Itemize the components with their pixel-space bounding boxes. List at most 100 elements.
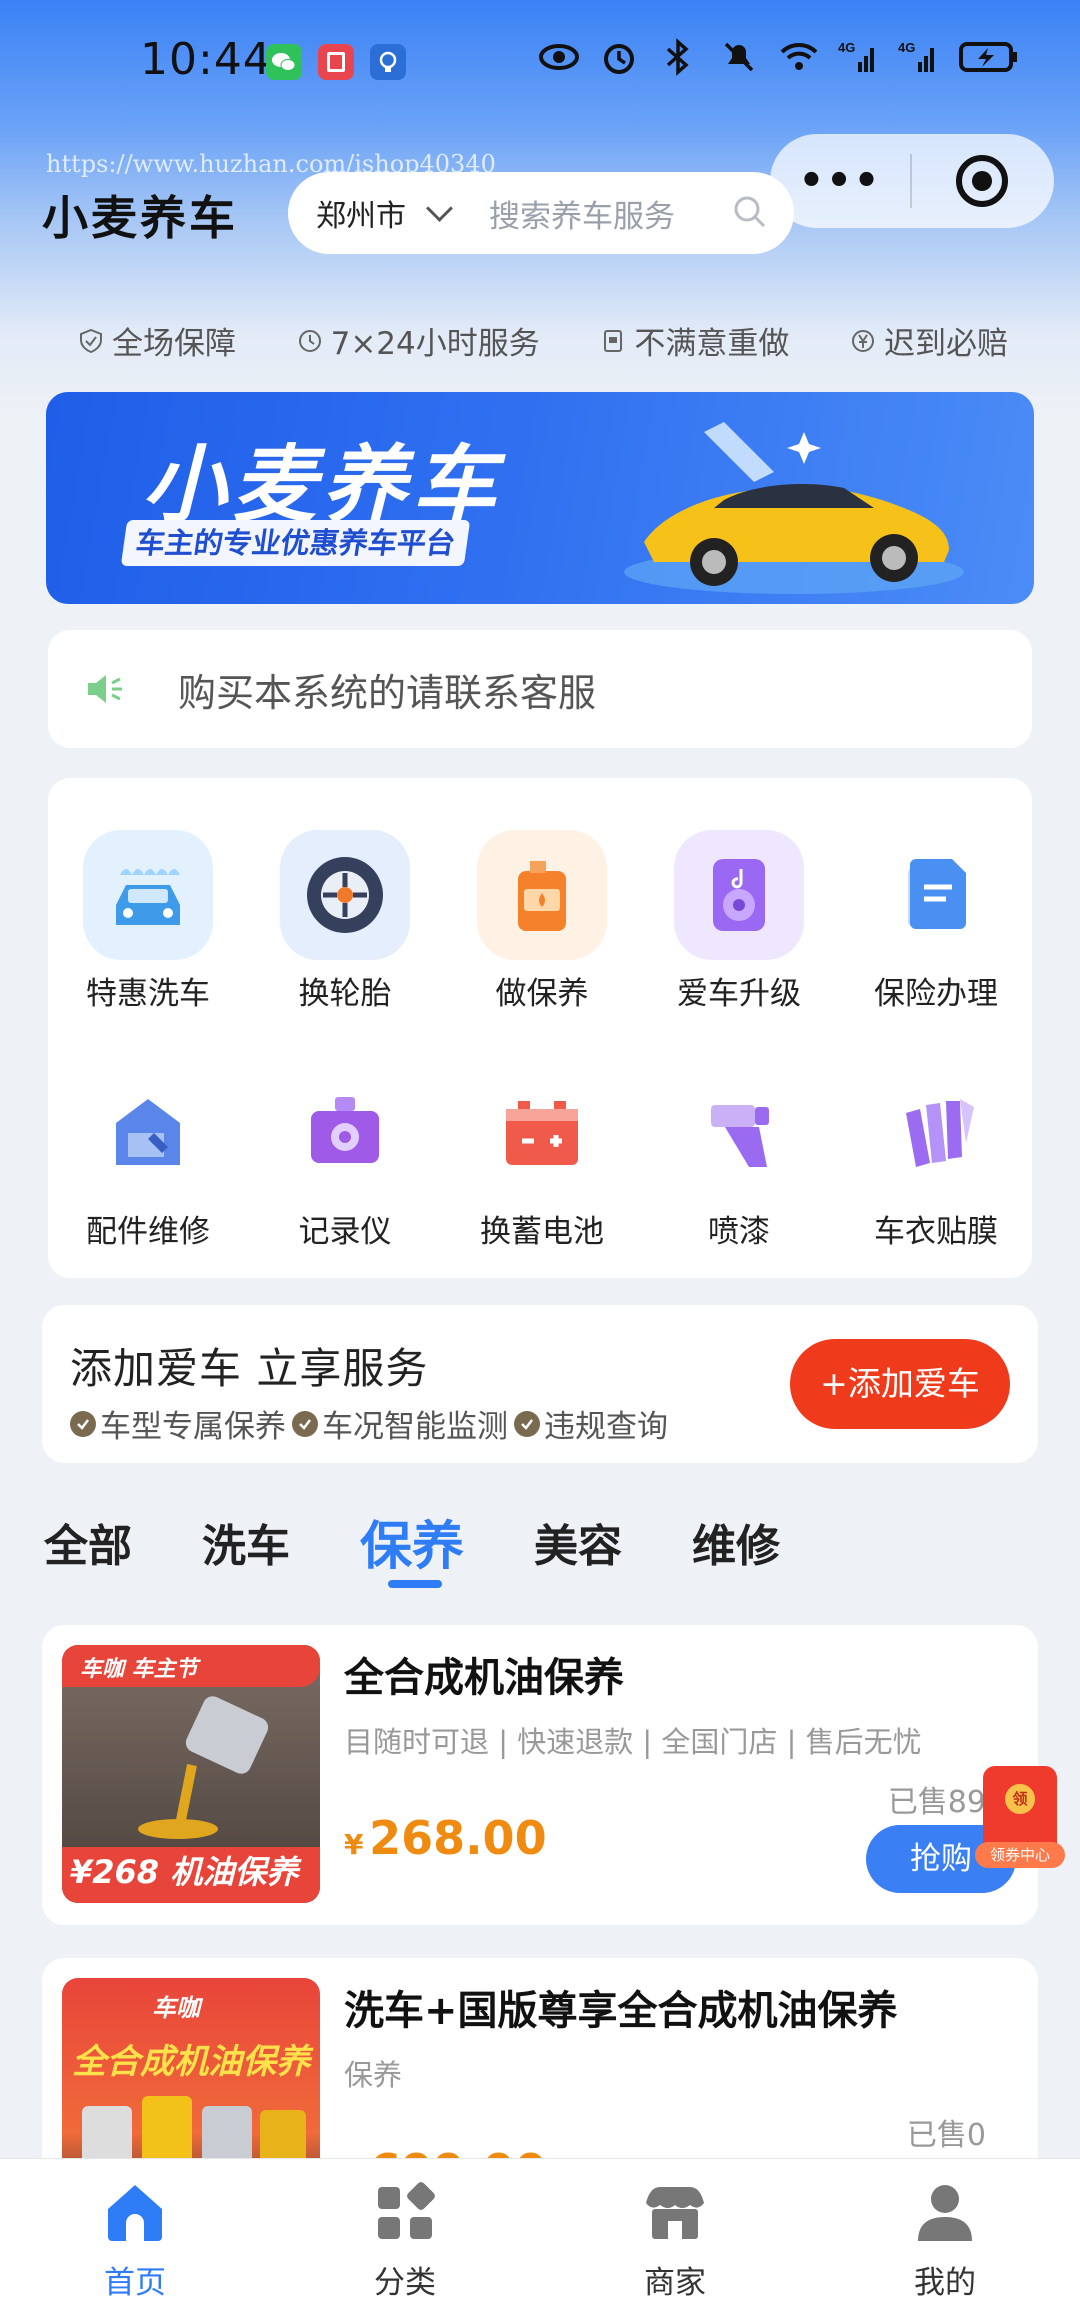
- add-car-tag-label: 车况智能监测: [322, 1409, 508, 1445]
- guarantee-label: 迟到必赔: [883, 326, 1008, 362]
- search-icon[interactable]: [732, 194, 768, 230]
- add-car-card: 添加爱车 立享服务 车型专属保养 车况智能监测 违规查询 +添加爱车: [42, 1305, 1038, 1463]
- status-icons: 4G 4G: [538, 36, 1020, 78]
- add-car-title: 添加爱车 立享服务: [70, 1344, 429, 1393]
- add-car-tags: 车型专属保养 车况智能监测 违规查询: [70, 1401, 668, 1446]
- film-icon: [871, 1068, 1001, 1198]
- service-battery[interactable]: 换蓄电池: [452, 1068, 632, 1251]
- guarantee-item: 全场保障: [78, 318, 236, 363]
- car-illustration-icon: [624, 422, 964, 594]
- city-selector[interactable]: 郑州市: [316, 191, 406, 235]
- service-paint[interactable]: 喷漆: [649, 1068, 829, 1251]
- alarm-icon: [604, 44, 634, 74]
- product-image-badge: 车咖: [152, 1994, 200, 2022]
- chevron-down-icon[interactable]: [426, 194, 453, 222]
- more-button[interactable]: •••: [770, 158, 910, 204]
- signal-4g-icon: 4G: [838, 40, 874, 72]
- tab-label: 保养: [360, 1517, 465, 1577]
- add-car-tag-label: 违规查询: [544, 1409, 668, 1445]
- service-label: 做保养: [495, 976, 589, 1012]
- product-price: ¥ 268.00: [344, 1811, 547, 1865]
- tab-beauty[interactable]: 美容: [534, 1510, 622, 1579]
- close-miniprogram-button[interactable]: [912, 153, 1052, 209]
- home-icon: [108, 2185, 162, 2241]
- repair-icon: [83, 1068, 213, 1198]
- service-label: 特惠洗车: [86, 976, 210, 1012]
- oil-pour-icon: [138, 1696, 269, 1839]
- svg-text:4G: 4G: [838, 40, 855, 55]
- guarantee-item: 不满意重做: [600, 318, 789, 363]
- service-label: 记录仪: [298, 1214, 392, 1250]
- nav-home[interactable]: 首页: [0, 2159, 270, 2311]
- document-icon: [871, 830, 1001, 960]
- service-wrap-film[interactable]: 车衣贴膜: [846, 1068, 1026, 1251]
- tab-repair[interactable]: 维修: [692, 1510, 780, 1579]
- nav-category[interactable]: 分类: [270, 2159, 540, 2311]
- price-value: 268.00: [369, 1811, 547, 1865]
- svg-text:4G: 4G: [898, 40, 915, 55]
- tab-maintenance[interactable]: 保养: [360, 1504, 465, 1588]
- tab-all[interactable]: 全部: [44, 1510, 132, 1579]
- category-tabs: 全部 洗车 保养 美容 维修: [44, 1510, 850, 1588]
- tab-active-indicator: [388, 1580, 442, 1588]
- store-icon: [646, 2187, 704, 2239]
- check-icon: [70, 1410, 96, 1437]
- banner-subtitle: 车主的专业优惠养车平台: [120, 520, 471, 566]
- product-tags: 目随时可退 | 快速退款 | 全国门店 | 售后无忧: [344, 1725, 922, 1759]
- nav-merchants[interactable]: 商家: [540, 2159, 810, 2311]
- nav-profile[interactable]: 我的: [810, 2159, 1080, 2311]
- status-time: 10:44: [140, 34, 272, 85]
- add-car-button[interactable]: +添加爱车: [790, 1339, 1010, 1429]
- product-card[interactable]: 车咖 车主节 ¥268 机油保养 全合成机油保养 目随时可退 | 快速退款 | …: [42, 1625, 1038, 1925]
- doc-icon: [604, 329, 623, 352]
- service-maintenance[interactable]: 做保养: [452, 830, 632, 1013]
- service-label: 换轮胎: [298, 976, 392, 1012]
- promo-banner[interactable]: 小麦养车 车主的专业优惠养车平台: [46, 392, 1034, 604]
- car-wash-icon: [83, 830, 213, 960]
- shield-icon: [80, 328, 102, 353]
- search-input[interactable]: 搜索养车服务: [489, 191, 675, 236]
- notice-bar[interactable]: 购买本系统的请联系客服: [48, 630, 1032, 748]
- service-tire[interactable]: 换轮胎: [255, 830, 435, 1013]
- price-symbol: ¥: [344, 1828, 364, 1861]
- bottom-nav: 首页 分类 商家 我的: [0, 2158, 1080, 2311]
- spray-gun-icon: [674, 1068, 804, 1198]
- app-blue-icon: [370, 44, 406, 80]
- service-dashcam[interactable]: 记录仪: [255, 1068, 435, 1251]
- guarantee-strip: 全场保障 7×24小时服务 不满意重做 迟到必赔: [78, 318, 1008, 363]
- search-bar[interactable]: 郑州市 搜索养车服务: [288, 172, 794, 254]
- product-title: 洗车+国版尊享全合成机油保养: [344, 1988, 898, 2034]
- notice-text: 购买本系统的请联系客服: [178, 670, 597, 715]
- battery-icon: [477, 1068, 607, 1198]
- guarantee-item: 迟到必赔: [850, 318, 1008, 363]
- mute-icon: [724, 42, 754, 72]
- coupon-label: 领券中心: [975, 1842, 1065, 1868]
- eye-icon: [539, 44, 579, 70]
- guarantee-label: 全场保障: [112, 326, 236, 362]
- wifi-icon: [780, 42, 818, 70]
- coupon-center-button[interactable]: 领 领券中心: [975, 1766, 1065, 1870]
- product-sold-count: 已售89: [887, 1785, 986, 1820]
- service-parts-repair[interactable]: 配件维修: [58, 1068, 238, 1251]
- product-image[interactable]: 车咖 车主节 ¥268 机油保养: [62, 1645, 320, 1903]
- service-car-wash[interactable]: 特惠洗车: [58, 830, 238, 1013]
- battery-charging-icon: [959, 42, 1017, 72]
- service-upgrade[interactable]: 爱车升级: [649, 830, 829, 1013]
- wechat-icon: [266, 44, 302, 80]
- tab-car-wash[interactable]: 洗车: [202, 1510, 290, 1579]
- nav-label: 商家: [644, 2265, 706, 2301]
- nav-label: 首页: [104, 2265, 166, 2301]
- yen-coin-icon: [851, 329, 874, 352]
- guarantee-label: 不满意重做: [634, 326, 790, 362]
- add-car-tag-label: 车型专属保养: [100, 1409, 286, 1445]
- nav-label: 我的: [914, 2265, 976, 2301]
- oil-can-icon: [477, 830, 607, 960]
- coupon-seal: 领: [1005, 1784, 1035, 1814]
- service-insurance[interactable]: 保险办理: [846, 830, 1026, 1013]
- target-icon: [956, 155, 1008, 207]
- product-sold-count: 已售0: [906, 2118, 986, 2153]
- dashcam-icon: [280, 1068, 410, 1198]
- bluetooth-icon: [666, 38, 689, 76]
- product-title: 全合成机油保养: [344, 1655, 624, 1701]
- app-red-icon: [318, 44, 354, 80]
